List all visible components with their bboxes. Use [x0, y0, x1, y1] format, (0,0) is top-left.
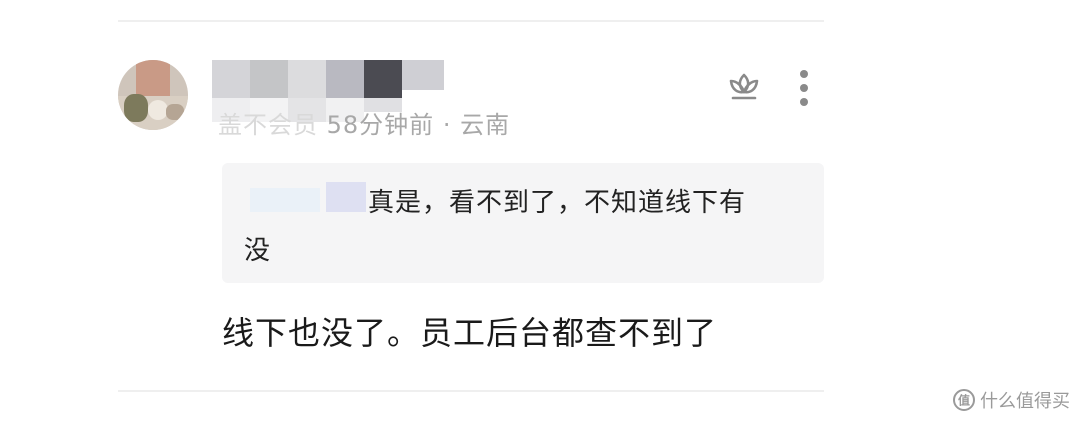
smzdm-logo-icon: 值: [953, 389, 975, 411]
lotus-like-icon: [729, 73, 759, 100]
avatar-pixel: [136, 60, 170, 96]
svg-text:值: 值: [958, 393, 970, 408]
blur-block: [250, 60, 288, 98]
blur-block: [326, 182, 366, 212]
comment-meta: 盖不会员 58分钟前 · 云南: [218, 105, 510, 140]
blur-block: [402, 60, 444, 90]
more-options-button[interactable]: [796, 68, 812, 108]
avatar-pixel: [124, 94, 148, 122]
meta-separator: ·: [434, 111, 461, 139]
more-dot: [800, 70, 808, 78]
bottom-divider: [118, 390, 824, 392]
like-button[interactable]: [726, 70, 762, 106]
meta-level-blurred: 盖不会员: [218, 111, 318, 139]
blur-block: [212, 60, 250, 98]
more-dot: [800, 98, 808, 106]
avatar-pixel: [148, 100, 168, 120]
meta-location: 云南: [460, 111, 511, 139]
blur-block: [364, 60, 402, 98]
quoted-text-line2: 没: [244, 236, 271, 266]
top-divider: [118, 20, 824, 22]
blur-block: [288, 60, 326, 98]
quoted-text-line1: 真是，看不到了，不知道线下有: [368, 188, 747, 218]
blur-block: [250, 188, 320, 212]
site-watermark: 值 什么值得买: [952, 386, 1070, 414]
watermark-text: 什么值得买: [980, 391, 1070, 412]
meta-time: 58分钟前: [326, 111, 435, 139]
more-dot: [800, 84, 808, 92]
avatar-pixel: [166, 104, 184, 120]
quoted-username-blurred: [244, 180, 368, 216]
comment-page: 盖不会员 58分钟前 · 云南 真是，看不到了，不知道线下有 没 线下也没了。员…: [0, 0, 1080, 422]
user-avatar[interactable]: [118, 60, 188, 130]
reply-text: 线下也没了。员工后台都查不到了: [222, 314, 718, 352]
blur-block: [326, 60, 364, 98]
